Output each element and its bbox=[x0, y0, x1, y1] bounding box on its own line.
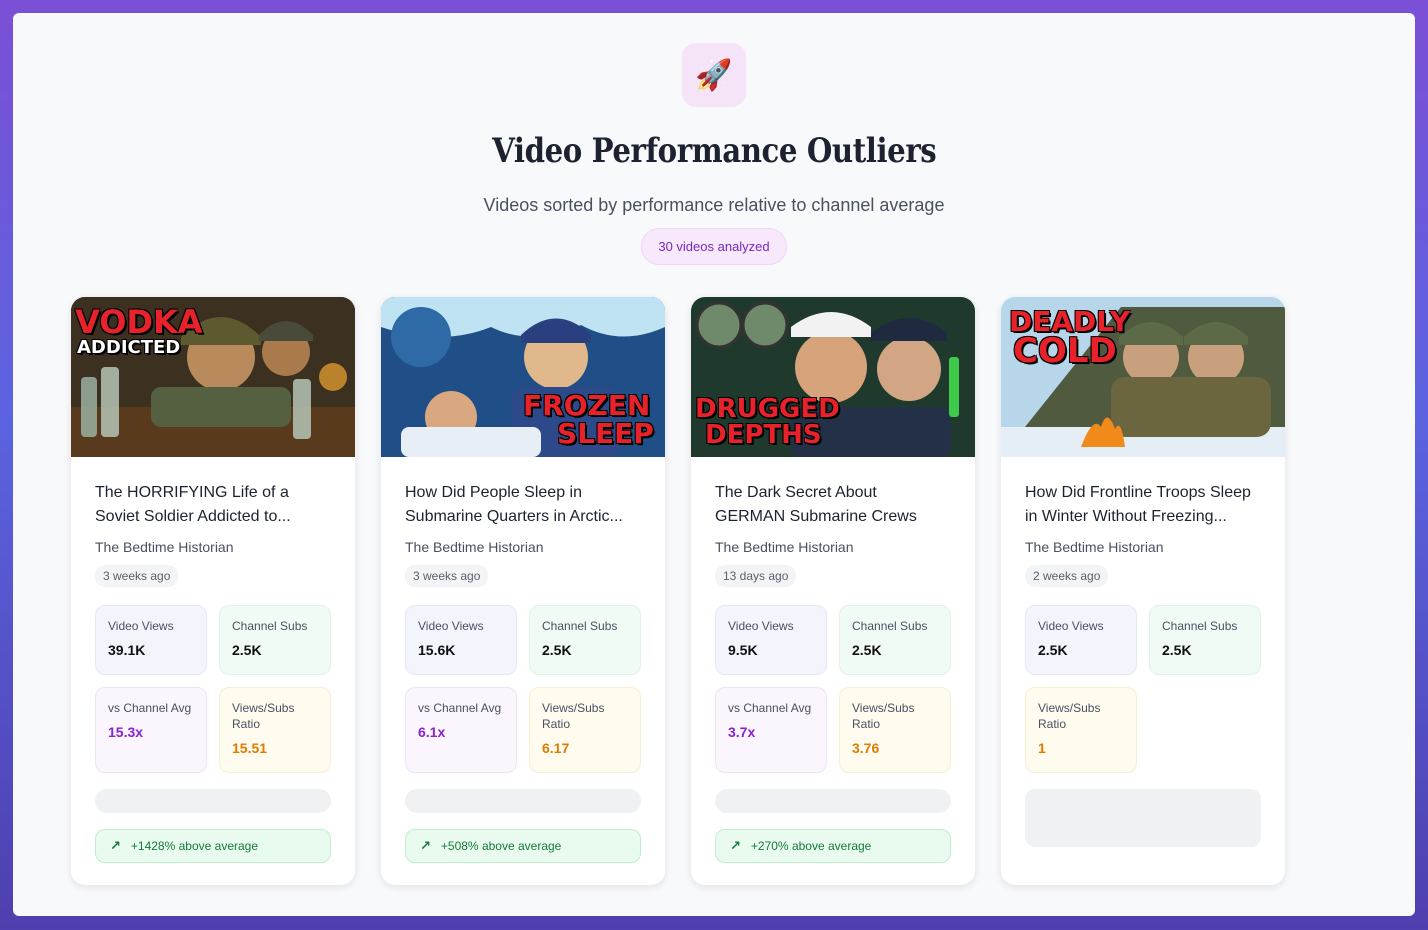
page-title: Video Performance Outliers bbox=[491, 131, 937, 171]
thumbnail-caption-2: SLEEP bbox=[557, 417, 654, 450]
card-body: The HORRIFYING Life of a Soviet Soldier … bbox=[71, 457, 355, 863]
ratio-value: 15.51 bbox=[232, 740, 268, 756]
ratio-value: 3.76 bbox=[852, 740, 880, 756]
views-value: 39.1K bbox=[108, 642, 146, 658]
avg-value: 3.7x bbox=[728, 724, 756, 740]
performance-text: +508% above average bbox=[440, 839, 562, 853]
video-title[interactable]: How Did Frontline Troops Sleep in Winter… bbox=[1025, 481, 1261, 529]
thumbnail-caption-1: VODKA bbox=[75, 303, 203, 341]
subs-label: Channel Subs bbox=[232, 619, 308, 633]
views-label: Video Views bbox=[108, 619, 174, 633]
video-card[interactable]: DRUGGED DEPTHS The Dark Secret About GER… bbox=[691, 297, 975, 885]
upload-age: 3 weeks ago bbox=[405, 565, 489, 587]
avg-label: vs Channel Avg bbox=[418, 701, 502, 715]
avg-value: 15.3x bbox=[108, 724, 144, 740]
video-card[interactable]: VODKA ADDICTED The HORRIFYING Life of a … bbox=[71, 297, 355, 885]
upload-age: 2 weeks ago bbox=[1025, 565, 1109, 587]
upload-age: 13 days ago bbox=[715, 565, 797, 587]
video-card[interactable]: DEADLY COLD How Did Frontline Troops Sle… bbox=[1001, 297, 1285, 885]
subs-stat: Channel Subs 2.5K bbox=[1149, 605, 1261, 675]
stats-grid: Video Views 2.5K Channel Subs 2.5K Views… bbox=[1025, 605, 1261, 773]
views-stat: Video Views 2.5K bbox=[1025, 605, 1137, 675]
avg-stat: vs Channel Avg 15.3x bbox=[95, 687, 207, 773]
performance-bar bbox=[1025, 789, 1261, 847]
performance-badge: ↗ +1428% above average bbox=[95, 829, 331, 863]
ratio-label: Views/Subs Ratio bbox=[852, 701, 915, 731]
views-label: Video Views bbox=[418, 619, 484, 633]
video-grid: VODKA ADDICTED The HORRIFYING Life of a … bbox=[71, 297, 1285, 885]
stats-grid: Video Views 9.5K Channel Subs 2.5K vs Ch… bbox=[715, 605, 951, 773]
performance-bar bbox=[405, 789, 641, 813]
performance-badge: ↗ +270% above average bbox=[715, 829, 951, 863]
performance-text: +1428% above average bbox=[130, 839, 259, 853]
channel-name[interactable]: The Bedtime Historian bbox=[405, 539, 641, 555]
page-subtitle: Videos sorted by performance relative to… bbox=[483, 195, 945, 215]
video-thumbnail[interactable]: VODKA ADDICTED bbox=[71, 297, 355, 457]
trending-up-icon: ↗ bbox=[730, 838, 741, 853]
rocket-icon: 🚀 bbox=[682, 43, 746, 107]
subs-label: Channel Subs bbox=[1162, 619, 1238, 633]
avg-stat: vs Channel Avg 6.1x bbox=[405, 687, 517, 773]
subs-stat: Channel Subs 2.5K bbox=[839, 605, 951, 675]
subs-value: 2.5K bbox=[852, 642, 882, 658]
card-body: How Did People Sleep in Submarine Quarte… bbox=[381, 457, 665, 863]
trending-up-icon: ↗ bbox=[110, 838, 121, 853]
avg-stat: vs Channel Avg 3.7x bbox=[715, 687, 827, 773]
video-title[interactable]: The Dark Secret About GERMAN Submarine C… bbox=[715, 481, 951, 529]
performance-bar bbox=[95, 789, 331, 813]
video-thumbnail[interactable]: DEADLY COLD bbox=[1001, 297, 1285, 457]
ratio-label: Views/Subs Ratio bbox=[542, 701, 605, 731]
video-thumbnail[interactable]: DRUGGED DEPTHS bbox=[691, 297, 975, 457]
views-value: 15.6K bbox=[418, 642, 456, 658]
views-label: Video Views bbox=[728, 619, 794, 633]
trending-up-icon: ↗ bbox=[420, 838, 431, 853]
stats-grid: Video Views 39.1K Channel Subs 2.5K vs C… bbox=[95, 605, 331, 773]
views-value: 9.5K bbox=[728, 642, 758, 658]
video-title[interactable]: How Did People Sleep in Submarine Quarte… bbox=[405, 481, 641, 529]
page-header: 🚀 Video Performance Outliers Videos sort… bbox=[13, 43, 1415, 265]
avg-label: vs Channel Avg bbox=[728, 701, 812, 715]
card-body: How Did Frontline Troops Sleep in Winter… bbox=[1001, 457, 1285, 847]
channel-name[interactable]: The Bedtime Historian bbox=[715, 539, 951, 555]
avg-value: 6.1x bbox=[418, 724, 446, 740]
subs-label: Channel Subs bbox=[852, 619, 928, 633]
subs-stat: Channel Subs 2.5K bbox=[529, 605, 641, 675]
upload-age: 3 weeks ago bbox=[95, 565, 179, 587]
ratio-stat: Views/Subs Ratio 3.76 bbox=[839, 687, 951, 773]
ratio-value: 1 bbox=[1038, 740, 1046, 756]
performance-bar bbox=[715, 789, 951, 813]
subs-label: Channel Subs bbox=[542, 619, 618, 633]
ratio-stat: Views/Subs Ratio 15.51 bbox=[219, 687, 331, 773]
ratio-value: 6.17 bbox=[542, 740, 570, 756]
stats-grid: Video Views 15.6K Channel Subs 2.5K vs C… bbox=[405, 605, 641, 773]
ratio-stat: Views/Subs Ratio 1 bbox=[1025, 687, 1137, 773]
subs-stat: Channel Subs 2.5K bbox=[219, 605, 331, 675]
videos-count-badge: 30 videos analyzed bbox=[641, 228, 787, 265]
subs-value: 2.5K bbox=[232, 642, 262, 658]
thumbnail-caption-2: ADDICTED bbox=[77, 337, 181, 358]
video-card[interactable]: FROZEN SLEEP How Did People Sleep in Sub… bbox=[381, 297, 665, 885]
views-stat: Video Views 39.1K bbox=[95, 605, 207, 675]
channel-name[interactable]: The Bedtime Historian bbox=[1025, 539, 1261, 555]
subs-value: 2.5K bbox=[1162, 642, 1192, 658]
views-label: Video Views bbox=[1038, 619, 1104, 633]
performance-badge: ↗ +508% above average bbox=[405, 829, 641, 863]
performance-text: +270% above average bbox=[750, 839, 872, 853]
thumbnail-caption-2: DEPTHS bbox=[705, 420, 822, 450]
views-stat: Video Views 15.6K bbox=[405, 605, 517, 675]
ratio-label: Views/Subs Ratio bbox=[232, 701, 295, 731]
views-stat: Video Views 9.5K bbox=[715, 605, 827, 675]
card-body: The Dark Secret About GERMAN Submarine C… bbox=[691, 457, 975, 863]
thumbnail-caption-1: FROZEN bbox=[523, 389, 651, 422]
channel-name[interactable]: The Bedtime Historian bbox=[95, 539, 331, 555]
thumbnail-caption-1: DRUGGED bbox=[695, 394, 840, 424]
subs-value: 2.5K bbox=[542, 642, 572, 658]
avg-label: vs Channel Avg bbox=[108, 701, 192, 715]
video-thumbnail[interactable]: FROZEN SLEEP bbox=[381, 297, 665, 457]
ratio-stat: Views/Subs Ratio 6.17 bbox=[529, 687, 641, 773]
thumbnail-caption-2: COLD bbox=[1013, 331, 1117, 371]
ratio-label: Views/Subs Ratio bbox=[1038, 701, 1101, 731]
video-title[interactable]: The HORRIFYING Life of a Soviet Soldier … bbox=[95, 481, 331, 529]
views-value: 2.5K bbox=[1038, 642, 1068, 658]
